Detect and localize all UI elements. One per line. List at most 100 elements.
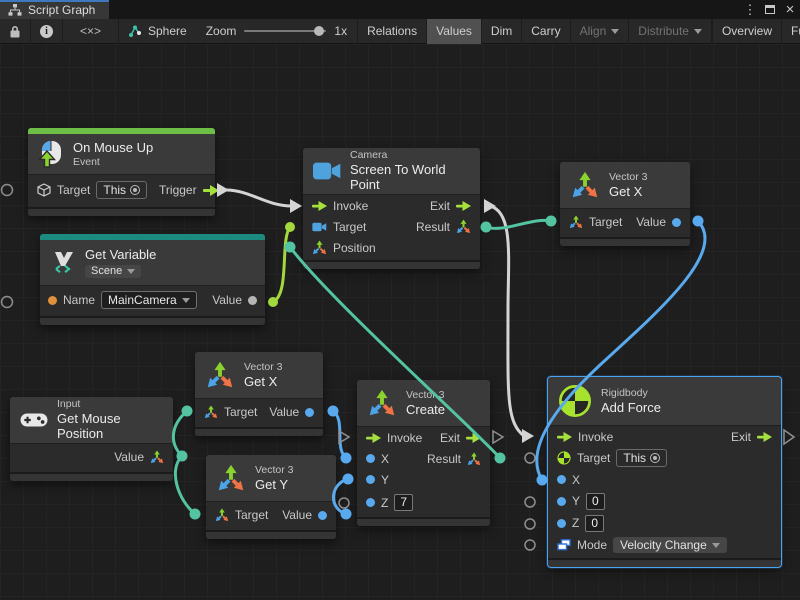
- zoom-label: Zoom: [206, 24, 237, 38]
- unconnected-port[interactable]: [2, 297, 13, 308]
- unconnected-port[interactable]: [525, 540, 535, 550]
- overview-button[interactable]: Overview: [712, 19, 782, 44]
- zoom-slider-handle[interactable]: [314, 26, 324, 36]
- unconnected-invoke-port[interactable]: [339, 431, 349, 443]
- node-create-vector3[interactable]: Vector 3 Create Invoke Exit X Result: [357, 380, 490, 526]
- vector3-port-icon[interactable]: [569, 215, 583, 229]
- relations-button[interactable]: Relations: [357, 19, 427, 44]
- close-icon[interactable]: ×: [780, 0, 800, 19]
- z-port[interactable]: [366, 498, 375, 507]
- x-port[interactable]: [366, 454, 375, 463]
- align-button[interactable]: Align: [571, 19, 630, 44]
- wire-port-dot[interactable]: [341, 453, 352, 464]
- wire-port-dot[interactable]: [285, 242, 296, 253]
- wire-port-dot[interactable]: [343, 474, 354, 485]
- invoke-arrow-icon[interactable]: [312, 201, 327, 211]
- unconnected-port[interactable]: [525, 453, 535, 463]
- object-picker-icon[interactable]: [130, 185, 140, 195]
- node-screen-to-world-point[interactable]: Camera Screen To World Point Invoke Exit…: [303, 148, 480, 269]
- camera-port-icon[interactable]: [312, 222, 327, 232]
- node-category: Vector 3: [255, 464, 294, 477]
- node-category: Camera: [350, 149, 470, 162]
- exit-arrow-icon[interactable]: [466, 433, 481, 443]
- info-button[interactable]: i: [31, 19, 63, 44]
- values-button[interactable]: Values: [427, 19, 482, 44]
- wire-start-arrow[interactable]: [217, 183, 229, 197]
- invoke-arrow-icon[interactable]: [557, 432, 572, 442]
- wire-port-dot[interactable]: [268, 297, 278, 307]
- vector3-port-icon[interactable]: [204, 405, 218, 419]
- trigger-arrow-icon[interactable]: [203, 185, 219, 196]
- node-add-force[interactable]: Rigidbody Add Force Invoke Exit Target: [548, 377, 781, 567]
- node-get-variable[interactable]: Get Variable Scene Name MainCamera Value: [40, 234, 265, 325]
- vector3-port-icon[interactable]: [150, 450, 164, 464]
- node-category: Rigidbody: [601, 387, 661, 400]
- lock-button[interactable]: [0, 19, 31, 44]
- vector3-port-icon[interactable]: [467, 452, 481, 466]
- y-port[interactable]: [557, 497, 566, 506]
- breakpoint-button[interactable]: <×>: [63, 19, 119, 44]
- z-value-input[interactable]: 0: [585, 515, 604, 532]
- wire-port-dot[interactable]: [481, 222, 492, 233]
- graph-context-button[interactable]: Sphere: [119, 19, 196, 44]
- vector3-port-icon[interactable]: [456, 219, 471, 234]
- unconnected-port[interactable]: [525, 497, 535, 507]
- wire-end-arrow[interactable]: [290, 199, 302, 213]
- wire-port-dot[interactable]: [328, 406, 339, 417]
- exit-arrow-icon[interactable]: [757, 432, 772, 442]
- x-port[interactable]: [557, 475, 566, 484]
- value-port[interactable]: [305, 408, 314, 417]
- wire-port-dot[interactable]: [537, 475, 548, 486]
- maximize-icon[interactable]: [760, 0, 780, 19]
- variable-scope-dropdown[interactable]: Scene: [85, 265, 141, 278]
- y-port[interactable]: [366, 475, 375, 484]
- unconnected-exit-port[interactable]: [784, 430, 794, 444]
- wire-port-dot[interactable]: [546, 216, 557, 227]
- value-port[interactable]: [248, 296, 257, 305]
- tab-script-graph[interactable]: Script Graph: [0, 0, 109, 19]
- carry-button[interactable]: Carry: [522, 19, 570, 44]
- dim-button[interactable]: Dim: [482, 19, 522, 44]
- rigidbody-port-icon[interactable]: [557, 451, 571, 465]
- exit-arrow-icon[interactable]: [456, 201, 471, 211]
- variable-name-dropdown[interactable]: MainCamera: [101, 291, 197, 309]
- wire-port-dot[interactable]: [341, 509, 352, 520]
- wire-port-dot[interactable]: [177, 451, 188, 462]
- wire-end-arrow[interactable]: [522, 429, 534, 443]
- wire-port-dot[interactable]: [495, 453, 506, 464]
- distribute-button[interactable]: Distribute: [629, 19, 712, 44]
- zoom-slider[interactable]: [244, 30, 326, 32]
- target-this-chip[interactable]: This: [96, 181, 147, 199]
- name-port[interactable]: [48, 296, 57, 305]
- window-menu-icon[interactable]: ⋮: [740, 0, 760, 19]
- object-picker-icon[interactable]: [650, 453, 660, 463]
- graph-canvas[interactable]: On Mouse Up Event Target This Trigger: [0, 44, 800, 600]
- wire-port-dot[interactable]: [285, 222, 295, 232]
- unconnected-exit-port[interactable]: [493, 431, 503, 443]
- mode-dropdown[interactable]: Velocity Change: [613, 537, 727, 553]
- wire-start-arrow[interactable]: [484, 199, 496, 213]
- node-get-mouse-position[interactable]: Input Get Mouse Position Value: [10, 397, 173, 481]
- y-value-input[interactable]: 0: [586, 493, 605, 510]
- value-port[interactable]: [672, 218, 681, 227]
- node-get-x-mid[interactable]: Vector 3 Get X Target Value: [195, 352, 323, 436]
- node-on-mouse-up[interactable]: On Mouse Up Event Target This Trigger: [28, 128, 215, 216]
- z-value-input[interactable]: 7: [394, 494, 413, 511]
- wire-port-dot[interactable]: [693, 216, 704, 227]
- invoke-arrow-icon[interactable]: [366, 433, 381, 443]
- enum-icon[interactable]: [557, 539, 571, 551]
- vector3-port-icon[interactable]: [215, 508, 229, 522]
- node-get-x-top[interactable]: Vector 3 Get X Target Value: [560, 162, 690, 246]
- value-port[interactable]: [318, 511, 327, 520]
- node-get-y[interactable]: Vector 3 Get Y Target Value: [206, 455, 336, 539]
- fullscreen-button[interactable]: Full Screen: [782, 19, 800, 44]
- unconnected-port[interactable]: [2, 185, 13, 196]
- target-this-chip[interactable]: This: [616, 449, 667, 467]
- vector3-port-icon[interactable]: [312, 240, 327, 255]
- unconnected-port[interactable]: [339, 498, 349, 508]
- z-port[interactable]: [557, 519, 566, 528]
- wire-port-dot[interactable]: [190, 509, 201, 520]
- wire-port-dot[interactable]: [182, 406, 193, 417]
- x-port-label: X: [381, 452, 389, 466]
- unconnected-port[interactable]: [525, 519, 535, 529]
